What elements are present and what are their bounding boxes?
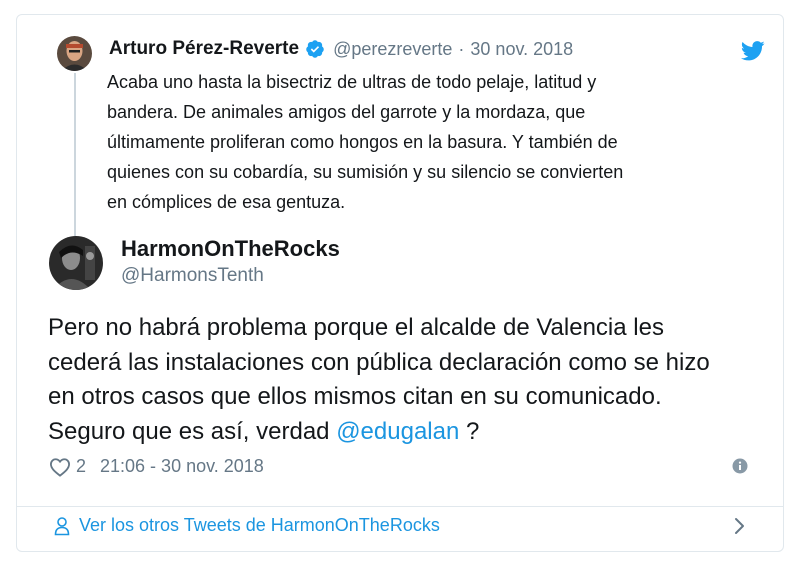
main-author-name[interactable]: HarmonOnTheRocks xyxy=(121,236,340,262)
main-tweet-text: Pero no habrá problema porque el alcalde… xyxy=(48,311,738,449)
quoted-text-line: bandera. De animales amigos del garrote … xyxy=(107,102,586,122)
quoted-tweet-header: Arturo Pérez-Reverte @perezreverte · 30 … xyxy=(109,38,573,60)
quoted-text-line: quienes con su cobardía, su sumisión y s… xyxy=(107,162,624,182)
quoted-text-line: Acaba uno hasta la bisectriz de ultras d… xyxy=(107,72,597,92)
main-text-segment: Seguro que es así, verdad xyxy=(48,417,337,445)
main-text-line: Seguro que es así, verdad @edugalan ? xyxy=(48,415,738,450)
like-count[interactable]: 2 xyxy=(76,456,86,477)
footer-divider xyxy=(17,506,783,507)
meta-separator: · xyxy=(458,38,465,59)
main-text-segment: ? xyxy=(459,417,480,445)
quoted-tweet-date[interactable]: 30 nov. 2018 xyxy=(470,39,573,60)
more-tweets-label[interactable]: Ver los otros Tweets de HarmonOnTheRocks xyxy=(79,515,440,536)
main-text-line: cederá las instalaciones con pública dec… xyxy=(48,348,710,376)
chevron-right-icon[interactable] xyxy=(733,516,747,536)
main-text-line: en otros casos que ellos mismos citan en… xyxy=(48,383,662,410)
more-tweets-link[interactable]: Ver los otros Tweets de HarmonOnTheRocks xyxy=(54,515,440,536)
thread-connector xyxy=(74,73,76,241)
quoted-author-name[interactable]: Arturo Pérez-Reverte xyxy=(109,38,299,60)
tweet-footer: 2 21:06 - 30 nov. 2018 xyxy=(49,456,264,477)
twitter-bird-icon[interactable] xyxy=(740,41,765,61)
verified-badge-icon xyxy=(305,39,325,59)
mention-link[interactable]: @edugalan xyxy=(336,418,459,445)
quoted-text-line: últimamente proliferan como hongos en la… xyxy=(107,132,618,152)
person-icon xyxy=(54,516,70,536)
tweet-timestamp[interactable]: 21:06 - 30 nov. 2018 xyxy=(100,456,264,477)
info-icon[interactable] xyxy=(732,458,748,474)
main-author-avatar[interactable] xyxy=(49,236,103,290)
quoted-author-handle[interactable]: @perezreverte xyxy=(333,39,452,60)
main-text-line: Pero no habrá problema porque el alcalde… xyxy=(48,314,664,341)
main-author-handle[interactable]: @HarmonsTenth xyxy=(121,265,264,287)
like-heart-icon[interactable] xyxy=(49,457,71,477)
quoted-tweet-text: Acaba uno hasta la bisectriz de ultras d… xyxy=(107,67,757,217)
quoted-text-line: en cómplices de esa gentuza. xyxy=(107,192,346,212)
tweet-embed-card: Arturo Pérez-Reverte @perezreverte · 30 … xyxy=(16,14,784,552)
quoted-author-avatar[interactable] xyxy=(57,36,92,71)
